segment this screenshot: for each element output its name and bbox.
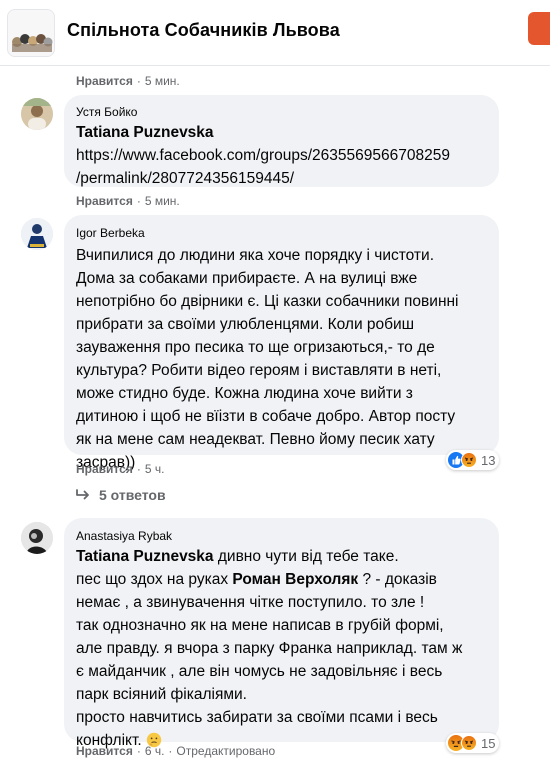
comment-text-line: просто навчитись забирати за своїми псам…	[76, 709, 438, 726]
view-replies-link[interactable]: 5 ответов	[76, 487, 166, 503]
like-link[interactable]: Нравится	[76, 74, 133, 88]
edited-label[interactable]: Отредактировано	[176, 744, 275, 758]
comment-text-line: Вчипилися до людини яка хоче порядку і ч…	[76, 247, 434, 264]
avatar[interactable]	[21, 98, 53, 130]
comment-text-line: Tatiana Puznevska дивно чути від тебе та…	[76, 545, 399, 568]
comment-text-line: може стидно буде. Кожна людина хоче вийт…	[76, 385, 413, 402]
reaction-count: 13	[481, 452, 496, 468]
comment-meta: Нравится · 5 мин.	[76, 74, 180, 88]
reply-arrow-icon	[76, 489, 89, 500]
mention-link[interactable]: Tatiana Puznevska	[76, 548, 214, 565]
comment-meta: Нравится · 6 ч. · Отредактировано	[76, 744, 276, 758]
comment-text-line: немає , а звинувачення чітке поступило. …	[76, 594, 425, 611]
comment-text-line: але правду. я вчора з парку Франка напри…	[76, 640, 463, 657]
comment-author[interactable]: Anastasiya Rybak	[76, 529, 172, 543]
comment-text-line: прибрати за своїми улюбленцями. Коли роб…	[76, 316, 415, 333]
comment-meta: Нравится · 5 ч.	[76, 462, 165, 476]
comment-text-fragment: ? - доказів	[358, 571, 437, 588]
comment-text-line: Дома за собаками прибираєте. А на вулиці…	[76, 270, 418, 287]
avatar[interactable]	[21, 522, 53, 554]
like-link[interactable]: Нравится	[76, 744, 133, 758]
comment-time[interactable]: 5 ч.	[145, 462, 165, 476]
header-action-button[interactable]	[528, 12, 550, 45]
url-link-line[interactable]: https://www.facebook.com/groups/26355695…	[76, 144, 450, 167]
like-link[interactable]: Нравится	[76, 194, 133, 208]
replies-label[interactable]: 5 ответов	[99, 487, 166, 503]
angry-reaction-icon	[461, 452, 477, 468]
comment-text-line: пес що здох на руках Роман Верхоляк ? - …	[76, 568, 437, 591]
avatar[interactable]	[21, 218, 53, 250]
comment-author[interactable]: Igor Berbeka	[76, 226, 145, 240]
mention-link[interactable]: Роман Верхоляк	[232, 571, 358, 588]
comment-bubble: Igor Berbeka Вчипилися до людини яка хоч…	[64, 215, 499, 471]
comment-time[interactable]: 5 мин.	[145, 194, 180, 208]
group-title[interactable]: Спільнота Собачників Львова	[67, 20, 340, 41]
angry-reaction-icon	[461, 735, 477, 751]
comment-text-line: є майданчик , але він чомусь не задовіль…	[76, 663, 443, 680]
comment-text-fragment: пес що здох на руках	[76, 571, 233, 588]
mention-link[interactable]: Tatiana Puznevska	[76, 124, 214, 141]
group-avatar[interactable]	[7, 9, 55, 57]
comment-text-line: дитиною і щоб не вїізти в собаче добро. …	[76, 408, 456, 425]
comment-time[interactable]: 5 мин.	[145, 74, 180, 88]
comment-text-fragment: дивно чути від тебе таке.	[213, 548, 399, 565]
comment-text-line: як на мене сам неадекват. Певно йому пес…	[76, 431, 435, 448]
reaction-summary[interactable]: 13	[446, 450, 500, 470]
comment-text-line: парк всіяний фікаліями.	[76, 686, 247, 703]
comment-text-line: культура? Робити відео героям і виставля…	[76, 362, 442, 379]
comment-text-line: зауваження про песика то ще огризаються,…	[76, 339, 435, 356]
comment-text-line: так однозначно як на мене написав в груб…	[76, 617, 444, 634]
reaction-summary[interactable]: 15	[446, 733, 500, 753]
comment-text: Tatiana Puznevska	[76, 121, 214, 144]
comment-bubble: Устя Бойко Tatiana Puznevska https://www…	[64, 95, 499, 187]
comment-bubble: Anastasiya Rybak Tatiana Puznevska дивно…	[64, 518, 499, 749]
url-link-line[interactable]: /permalink/2807724356159445/	[76, 167, 294, 190]
reaction-count: 15	[481, 735, 496, 751]
comment-meta: Нравится · 5 мин.	[76, 194, 180, 208]
like-link[interactable]: Нравится	[76, 462, 133, 476]
group-header: Спільнота Собачників Львова	[0, 0, 550, 66]
comment-text-line: непотрібно бо двірники є. Ці казки собач…	[76, 293, 459, 310]
comment-author[interactable]: Устя Бойко	[76, 105, 137, 119]
comment-time[interactable]: 6 ч.	[145, 744, 165, 758]
